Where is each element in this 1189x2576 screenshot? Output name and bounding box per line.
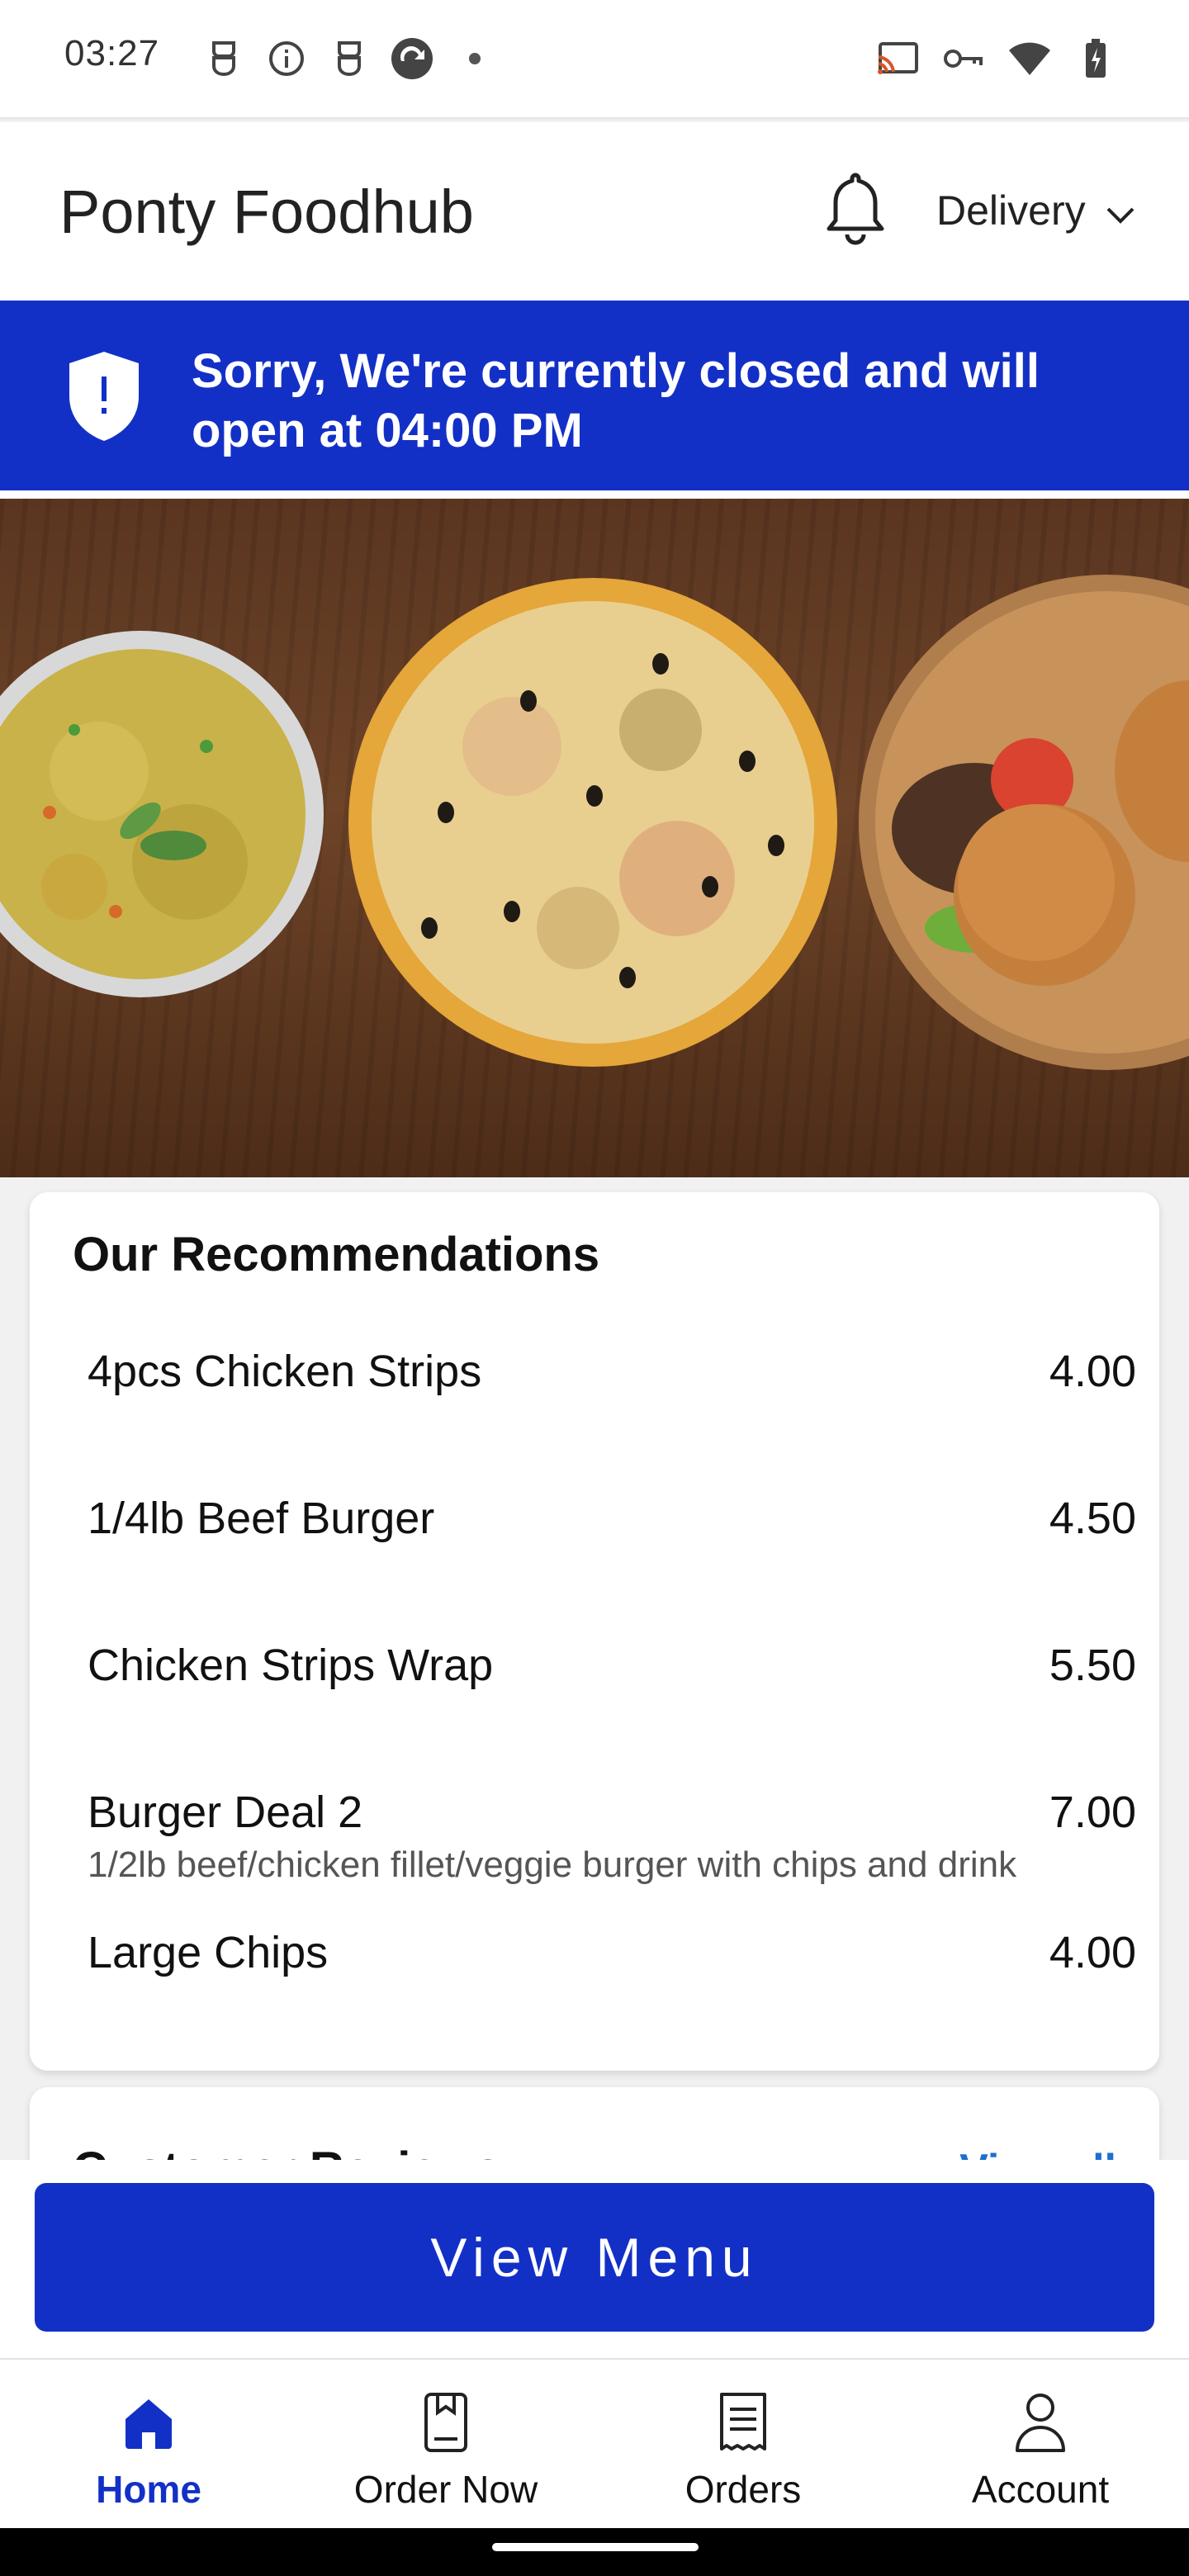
cast-icon xyxy=(875,36,920,81)
item-name: Burger Deal 2 xyxy=(88,1788,363,1837)
dot-icon xyxy=(452,36,497,81)
recommendations-list: 4pcs Chicken Strips 4.00 1/4lb Beef Burg… xyxy=(88,1346,1136,2074)
nav-order-now[interactable]: Order Now xyxy=(297,2360,594,2528)
status-time: 03:27 xyxy=(64,33,160,73)
recommendations-title: Our Recommendations xyxy=(73,1228,600,1281)
bottom-navigation: Home Order Now Orders Account xyxy=(0,2360,1189,2528)
item-price: 5.50 xyxy=(1049,1641,1136,1690)
sync-icon xyxy=(390,36,434,81)
list-item[interactable]: Chicken Strips Wrap 5.50 xyxy=(88,1640,1136,1787)
nav-account-label: Account xyxy=(971,2468,1110,2511)
closed-banner: Sorry, We're currently closed and will o… xyxy=(0,301,1189,490)
list-item[interactable]: 1/4lb Beef Burger 4.50 xyxy=(88,1493,1136,1640)
burger-board-illustration xyxy=(859,575,1189,1070)
view-menu-button[interactable]: View Menu xyxy=(35,2183,1154,2332)
list-item[interactable]: Large Chips 4.00 xyxy=(88,1927,1136,2074)
person-icon xyxy=(1007,2389,1073,2455)
list-item[interactable]: 4pcs Chicken Strips 4.00 xyxy=(88,1346,1136,1493)
delivery-mode-label: Delivery xyxy=(936,187,1086,234)
nav-home[interactable]: Home xyxy=(0,2360,297,2528)
closed-message: Sorry, We're currently closed and will o… xyxy=(192,344,1040,457)
delivery-mode-dropdown[interactable]: Delivery xyxy=(936,187,1135,234)
item-price: 4.50 xyxy=(1049,1494,1136,1543)
banner-divider xyxy=(0,490,1189,499)
app-header: Ponty Foodhub Delivery xyxy=(0,122,1189,301)
system-gesture-bar xyxy=(0,2528,1189,2576)
nav-orders-label: Orders xyxy=(685,2468,802,2511)
privacy-mask-icon xyxy=(327,36,372,81)
rice-bowl-illustration xyxy=(0,631,324,997)
item-name: 1/4lb Beef Burger xyxy=(88,1494,435,1543)
nav-account[interactable]: Account xyxy=(892,2360,1189,2528)
status-bar: 03:27 xyxy=(0,0,1189,117)
item-name: Large Chips xyxy=(88,1928,329,1977)
privacy-mask-icon xyxy=(201,36,246,81)
restaurant-name: Ponty Foodhub xyxy=(59,178,474,246)
nav-order-now-label: Order Now xyxy=(353,2468,538,2511)
item-name: Chicken Strips Wrap xyxy=(88,1641,494,1690)
nav-home-label: Home xyxy=(96,2468,201,2511)
order-icon xyxy=(413,2389,479,2455)
home-gesture-handle[interactable] xyxy=(492,2543,699,2551)
receipt-icon xyxy=(710,2389,776,2455)
status-icons-right xyxy=(875,36,1118,81)
wifi-icon xyxy=(1007,36,1052,81)
pizza-illustration xyxy=(348,578,837,1067)
view-menu-container: View Menu xyxy=(0,2160,1189,2358)
hero-food-image xyxy=(0,499,1189,1177)
home-icon xyxy=(116,2389,182,2455)
key-icon xyxy=(941,36,986,81)
chevron-down-icon xyxy=(1106,187,1135,234)
battery-charging-icon xyxy=(1073,36,1118,81)
nav-orders[interactable]: Orders xyxy=(594,2360,892,2528)
item-name: 4pcs Chicken Strips xyxy=(88,1347,482,1396)
info-icon xyxy=(264,36,309,81)
item-price: 7.00 xyxy=(1049,1788,1136,1837)
status-icons-left xyxy=(201,36,497,81)
shield-alert-icon xyxy=(64,348,144,444)
item-description: 1/2lb beef/chicken fillet/veggie burger … xyxy=(88,1844,1017,1885)
bell-icon[interactable] xyxy=(822,168,888,248)
recommendations-card: Our Recommendations 4pcs Chicken Strips … xyxy=(30,1192,1159,2071)
item-price: 4.00 xyxy=(1049,1928,1136,1977)
item-price: 4.00 xyxy=(1049,1347,1136,1396)
list-item[interactable]: Burger Deal 2 7.00 1/2lb beef/chicken fi… xyxy=(88,1787,1136,1927)
